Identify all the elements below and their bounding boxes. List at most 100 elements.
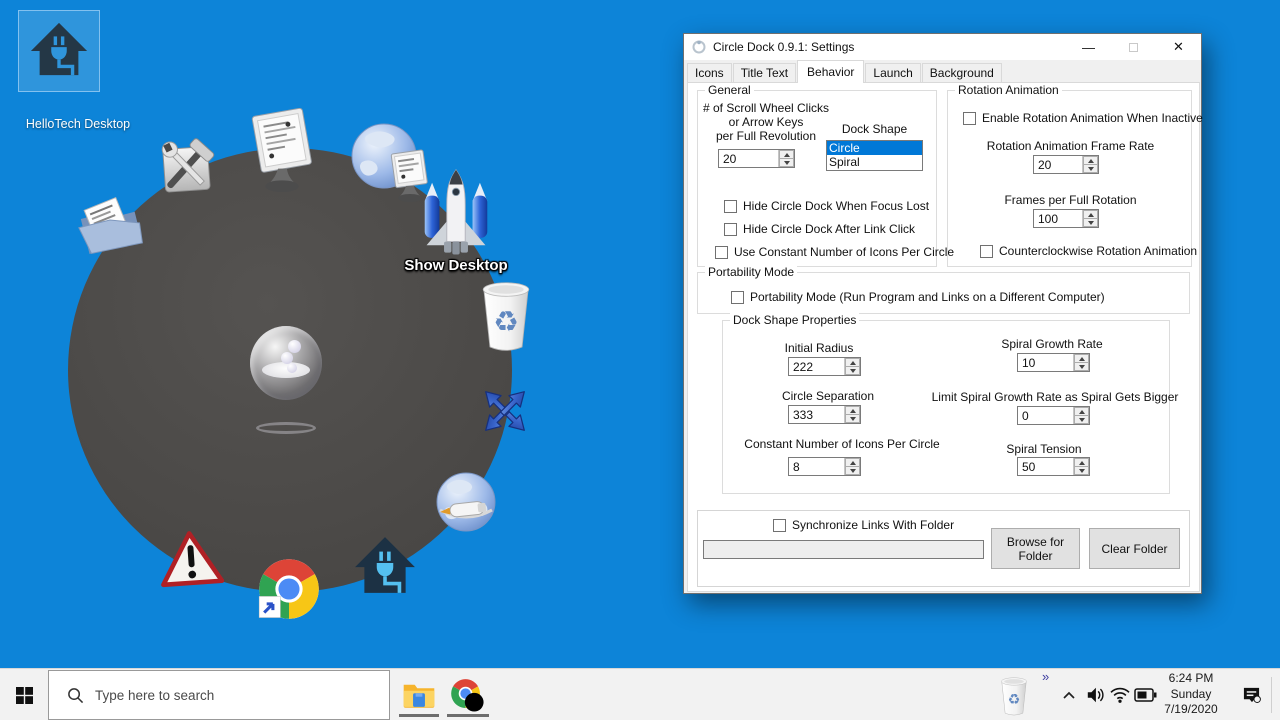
spiral-tension-spinner[interactable]: 50 xyxy=(1017,457,1090,476)
initial-radius-spinner[interactable]: 222 xyxy=(788,357,861,376)
spinner-up-button[interactable] xyxy=(1074,458,1089,467)
spiral-growth-value[interactable]: 10 xyxy=(1018,354,1073,371)
spinner-down-button[interactable] xyxy=(1074,467,1089,475)
constant-icons-spinner[interactable]: 8 xyxy=(788,457,861,476)
tray-recycle-bin-icon[interactable]: ♻ xyxy=(994,671,1034,719)
hellotech-home-icon[interactable] xyxy=(352,532,418,603)
desktop-shortcut-hellotech[interactable]: HelloTech Desktop xyxy=(18,10,100,92)
tab-behavior[interactable]: Behavior xyxy=(797,60,864,83)
spinner-up-button[interactable] xyxy=(779,150,794,159)
warning-triangle-icon[interactable] xyxy=(158,528,224,595)
spinner-up-button[interactable] xyxy=(1074,407,1089,416)
down-arrow-icon xyxy=(1079,418,1085,422)
frame-rate-value[interactable]: 20 xyxy=(1034,156,1082,173)
checkbox-box[interactable] xyxy=(724,200,737,213)
checkbox-hide-after-click[interactable]: Hide Circle Dock After Link Click xyxy=(724,222,915,236)
checkbox-portability-mode[interactable]: Portability Mode (Run Program and Links … xyxy=(731,290,1105,304)
recycle-bin-icon[interactable]: ♻ xyxy=(470,276,542,357)
hellotech-home-icon xyxy=(28,18,90,85)
hidden-icons-chevron[interactable] xyxy=(1058,685,1080,705)
action-center-icon[interactable] xyxy=(1238,683,1264,707)
clear-folder-button[interactable]: Clear Folder xyxy=(1089,528,1180,569)
spinner-down-button[interactable] xyxy=(1074,363,1089,371)
frames-per-rotation-value[interactable]: 100 xyxy=(1034,210,1082,227)
file-explorer-icon xyxy=(402,680,436,710)
spinner-up-button[interactable] xyxy=(845,458,860,467)
monitor-document-icon[interactable] xyxy=(242,108,322,201)
listbox-option-circle[interactable]: Circle xyxy=(827,141,922,155)
close-button[interactable]: ✕ xyxy=(1156,34,1201,60)
svg-text:♻: ♻ xyxy=(493,305,519,339)
minimize-button[interactable]: — xyxy=(1066,34,1111,60)
wifi-icon[interactable] xyxy=(1108,683,1132,707)
spinner-up-button[interactable] xyxy=(845,406,860,415)
titlebar[interactable]: Circle Dock 0.9.1: Settings — ✕ xyxy=(684,34,1201,60)
spinner-buttons xyxy=(1082,210,1098,227)
folder-path-field[interactable] xyxy=(703,540,984,559)
checkbox-box[interactable] xyxy=(715,246,728,259)
taskbar-file-explorer-button[interactable] xyxy=(399,675,439,715)
spinner-up-button[interactable] xyxy=(1083,210,1098,219)
circle-separation-value[interactable]: 333 xyxy=(789,406,844,423)
spinner-up-button[interactable] xyxy=(845,358,860,367)
browse-folder-button[interactable]: Browse for Folder xyxy=(991,528,1080,569)
svg-text:♻: ♻ xyxy=(1008,692,1021,708)
taskbar-chrome-button[interactable] xyxy=(447,675,487,715)
initial-radius-value[interactable]: 222 xyxy=(789,358,844,375)
tab-title-text[interactable]: Title Text xyxy=(733,63,796,83)
tools-icon[interactable] xyxy=(148,128,224,211)
dock-shape-listbox: Circle Spiral xyxy=(826,140,923,171)
taskbar-search[interactable] xyxy=(48,670,390,720)
maximize-button[interactable] xyxy=(1111,34,1156,60)
checkbox-constant-icons[interactable]: Use Constant Number of Icons Per Circle xyxy=(715,245,954,259)
spinner-down-button[interactable] xyxy=(1083,219,1098,227)
spinner-down-button[interactable] xyxy=(1074,416,1089,424)
checkbox-box[interactable] xyxy=(731,291,744,304)
frame-rate-spinner[interactable]: 20 xyxy=(1033,155,1099,174)
scroll-clicks-value[interactable]: 20 xyxy=(719,150,778,167)
up-arrow-icon xyxy=(1079,461,1085,465)
circle-separation-spinner[interactable]: 333 xyxy=(788,405,861,424)
limit-growth-spinner[interactable]: 0 xyxy=(1017,406,1090,425)
checkbox-counterclockwise[interactable]: Counterclockwise Rotation Animation xyxy=(980,244,1197,258)
desktop-shortcut-label: HelloTech Desktop xyxy=(13,117,143,131)
up-arrow-icon xyxy=(850,361,856,365)
checkbox-box[interactable] xyxy=(980,245,993,258)
bubble-sphere xyxy=(287,363,297,373)
chrome-icon[interactable] xyxy=(258,558,320,625)
spinner-down-button[interactable] xyxy=(845,415,860,423)
group-portability: Portability Mode Portability Mode (Run P… xyxy=(697,272,1190,314)
spinner-down-button[interactable] xyxy=(845,367,860,375)
tab-launch[interactable]: Launch xyxy=(865,63,920,83)
rocket-shuttle-icon[interactable] xyxy=(417,168,495,265)
frames-per-rotation-spinner[interactable]: 100 xyxy=(1033,209,1099,228)
scroll-clicks-spinner[interactable]: 20 xyxy=(718,149,795,168)
checkbox-synchronize-links[interactable]: Synchronize Links With Folder xyxy=(773,518,954,532)
spinner-down-button[interactable] xyxy=(1083,165,1098,173)
spinner-down-button[interactable] xyxy=(845,467,860,475)
listbox-option-spiral[interactable]: Spiral xyxy=(827,155,922,169)
spiral-tension-value[interactable]: 50 xyxy=(1018,458,1073,475)
volume-icon[interactable] xyxy=(1083,683,1107,707)
globe-connection-icon[interactable] xyxy=(434,470,498,539)
spiral-growth-spinner[interactable]: 10 xyxy=(1017,353,1090,372)
checkbox-enable-rotation[interactable]: Enable Rotation Animation When Inactive xyxy=(963,111,1203,125)
down-arrow-icon xyxy=(1079,469,1085,473)
search-input[interactable] xyxy=(95,688,365,703)
spinner-up-button[interactable] xyxy=(1074,354,1089,363)
checkbox-box[interactable] xyxy=(963,112,976,125)
checkbox-box[interactable] xyxy=(773,519,786,532)
limit-growth-value[interactable]: 0 xyxy=(1018,407,1073,424)
spinner-up-button[interactable] xyxy=(1083,156,1098,165)
taskbar-clock[interactable]: 6:24 PM Sunday 7/19/2020 xyxy=(1152,671,1230,718)
tab-icons[interactable]: Icons xyxy=(687,63,732,83)
checkbox-box[interactable] xyxy=(724,223,737,236)
spinner-down-button[interactable] xyxy=(779,159,794,167)
toolbar-overflow-chevron[interactable]: » xyxy=(1042,669,1049,684)
move-cross-icon[interactable] xyxy=(474,380,536,447)
start-button[interactable] xyxy=(0,669,48,720)
checkbox-hide-focus-lost[interactable]: Hide Circle Dock When Focus Lost xyxy=(724,199,929,213)
constant-icons-value[interactable]: 8 xyxy=(789,458,844,475)
tab-background[interactable]: Background xyxy=(922,63,1002,83)
show-desktop-strip[interactable] xyxy=(1271,677,1272,713)
